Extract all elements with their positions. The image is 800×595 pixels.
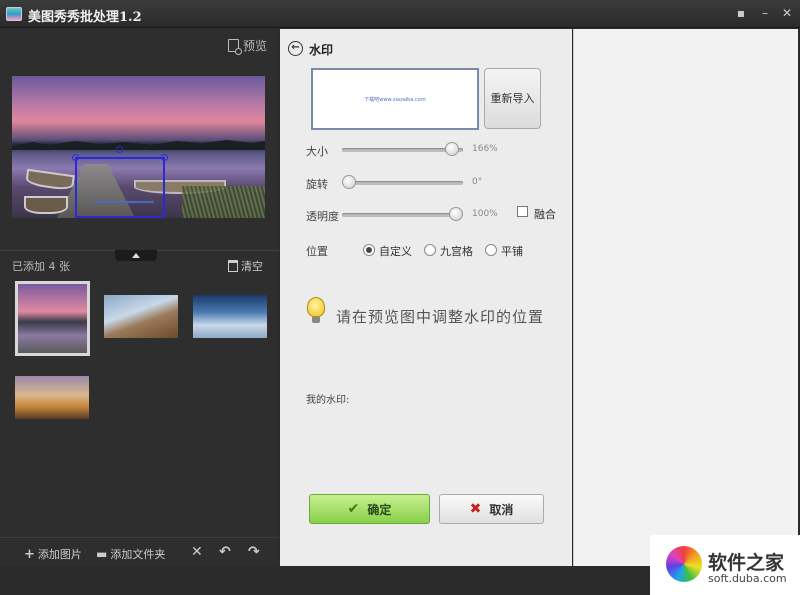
opacity-label: 透明度 xyxy=(306,210,339,223)
boat xyxy=(24,196,68,214)
opacity-slider[interactable] xyxy=(342,207,463,221)
position-option-grid: 九宫格 xyxy=(440,245,473,258)
x-icon: ✖ xyxy=(469,501,482,517)
confirm-label: 确定 xyxy=(367,502,392,517)
treeline xyxy=(12,140,265,150)
rotate-right-icon[interactable]: ↷ xyxy=(248,544,260,560)
position-label: 位置 xyxy=(306,245,328,258)
opacity-slider-knob[interactable] xyxy=(449,207,463,221)
boat xyxy=(25,168,75,192)
trash-icon xyxy=(228,260,238,272)
position-hint: 请在预览图中调整水印的位置 xyxy=(336,308,545,326)
position-option-custom: 自定义 xyxy=(379,245,412,258)
add-image-button[interactable]: + 添加图片 xyxy=(24,546,82,562)
window-title: 美图秀秀批处理1.2 xyxy=(28,10,142,25)
app-icon xyxy=(6,7,22,21)
size-value: 166% xyxy=(472,144,498,154)
size-label: 大小 xyxy=(306,145,328,158)
watermark-selection-box[interactable] xyxy=(75,157,165,218)
rotate-label: 旋转 xyxy=(306,178,328,191)
site-url: soft.duba.com xyxy=(708,572,787,585)
plus-icon: + xyxy=(24,546,35,562)
watermark-preview-text: 下载吧www.xiazaiba.com xyxy=(364,97,426,103)
add-folder-button[interactable]: ▬ 添加文件夹 xyxy=(96,546,165,562)
thumbnail-lake[interactable] xyxy=(15,281,90,356)
preview-icon xyxy=(227,39,242,55)
back-icon[interactable]: ← xyxy=(288,41,303,56)
rotate-value: 0° xyxy=(472,177,483,187)
cancel-button[interactable]: ✖ 取消 xyxy=(439,494,544,524)
grass xyxy=(182,186,265,218)
opacity-value: 100% xyxy=(472,209,498,219)
blend-checkbox[interactable] xyxy=(517,206,528,217)
bottom-toolbar: + 添加图片 ▬ 添加文件夹 ✕ ↶ ↷ xyxy=(0,537,279,566)
clear-label: 清空 xyxy=(241,260,263,273)
my-watermark-label: 我的水印: xyxy=(306,395,350,406)
preview-label: 预览 xyxy=(242,39,267,53)
position-radio-custom[interactable] xyxy=(363,244,375,256)
right-preview-panel xyxy=(573,29,798,566)
resize-handle[interactable] xyxy=(161,154,168,161)
add-image-label: 添加图片 xyxy=(37,548,82,561)
reimport-button[interactable]: 重新导入 xyxy=(484,68,541,129)
position-option-tile: 平铺 xyxy=(501,245,523,258)
preview-image[interactable] xyxy=(12,76,265,218)
close-icon[interactable]: ✕ xyxy=(776,3,798,23)
position-radio-tile[interactable] xyxy=(485,244,497,256)
minimize-icon[interactable]: – xyxy=(754,3,776,23)
size-slider-knob[interactable] xyxy=(444,142,459,156)
watermark-overlay xyxy=(94,201,154,203)
watermark-preview: 下载吧www.xiazaiba.com xyxy=(311,68,479,130)
site-logo-icon xyxy=(666,546,702,582)
blend-label: 融合 xyxy=(534,208,556,221)
rotate-handle[interactable] xyxy=(116,146,123,153)
thumbnail-winter[interactable] xyxy=(193,295,267,338)
image-count: 已添加 4 张 xyxy=(12,260,70,273)
rotate-slider[interactable] xyxy=(342,175,463,189)
folder-icon: ▬ xyxy=(96,547,108,561)
resize-handle[interactable] xyxy=(72,154,79,161)
rotate-slider-knob[interactable] xyxy=(342,175,356,189)
thumbnail-mountain[interactable] xyxy=(104,295,178,338)
position-radio-grid[interactable] xyxy=(424,244,436,256)
lightbulb-icon xyxy=(307,297,325,323)
confirm-button[interactable]: ✔ 确定 xyxy=(309,494,430,524)
image-list-panel: 预览 已添加 4 张 清空 + 添加图片 ▬ 添加文件夹 ✕ ↶ ↷ xyxy=(0,29,279,566)
collapse-toggle[interactable] xyxy=(115,250,157,261)
thumbnail-sunset[interactable] xyxy=(15,376,89,419)
watermark-panel: ← 水印 下载吧www.xiazaiba.com 重新导入 大小 166% 旋转… xyxy=(280,29,572,566)
title-bar: 美图秀秀批处理1.2 ▪ – ✕ xyxy=(0,0,800,28)
delete-icon[interactable]: ✕ xyxy=(191,544,203,560)
cancel-label: 取消 xyxy=(489,502,514,517)
rotate-left-icon[interactable]: ↶ xyxy=(219,544,231,560)
add-folder-label: 添加文件夹 xyxy=(110,548,166,561)
preview-button[interactable]: 预览 xyxy=(227,37,267,55)
panel-title: 水印 xyxy=(309,43,334,57)
site-name: 软件之家 xyxy=(708,552,785,574)
size-slider[interactable] xyxy=(342,142,463,156)
feedback-icon[interactable]: ▪ xyxy=(730,3,752,23)
clear-button[interactable]: 清空 xyxy=(228,258,263,274)
check-icon: ✔ xyxy=(347,501,360,517)
